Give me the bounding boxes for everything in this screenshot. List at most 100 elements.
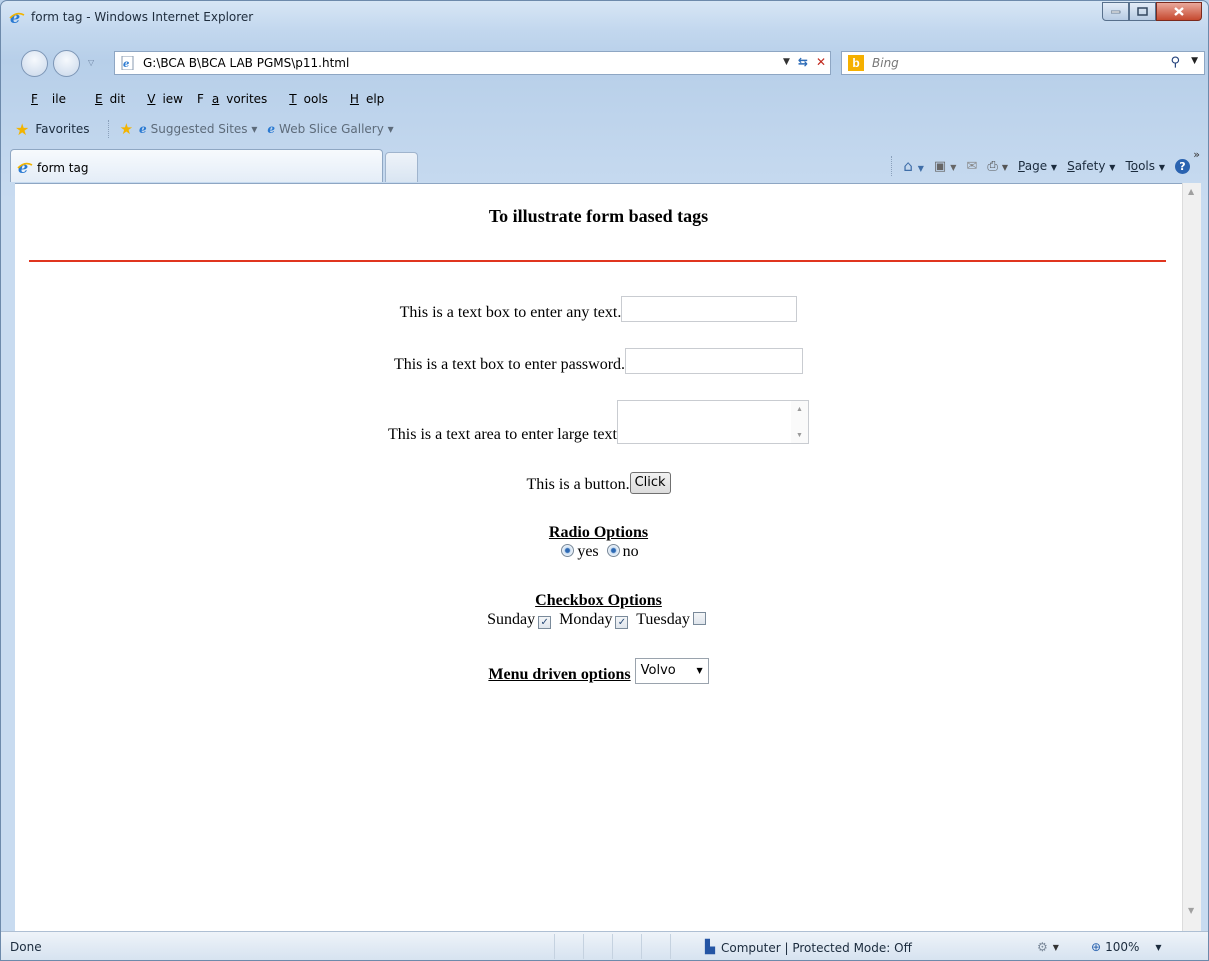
suggested-sites-label: Suggested Sites ▾ (150, 122, 258, 136)
textarea-scrollbar[interactable]: ▲ ▼ (790, 401, 808, 443)
home-icon[interactable]: ⌂ ▼ (903, 157, 923, 175)
window-title: form tag - Windows Internet Explorer (31, 10, 254, 24)
title-bar: e form tag - Windows Internet Explorer (1, 1, 1208, 35)
forward-button[interactable] (53, 50, 80, 77)
scroll-down-icon[interactable]: ▼ (1188, 906, 1194, 915)
scroll-up-icon[interactable]: ▲ (1188, 187, 1194, 196)
protected-mode-icon: ⚙ (1037, 940, 1048, 954)
checkbox-tuesday-label: Tuesday (636, 611, 690, 628)
password-input[interactable] (625, 348, 804, 374)
bing-logo-icon: b (848, 55, 864, 71)
menu-edit[interactable]: Edit (80, 89, 132, 111)
security-zone[interactable]: ▙ Computer | Protected Mode: Off (705, 940, 912, 955)
status-cell (612, 934, 641, 959)
tools-menu[interactable]: Tools ▼ (1125, 159, 1165, 173)
minimize-button[interactable] (1102, 2, 1129, 21)
radio-group: yes no (15, 543, 1182, 561)
checkbox-tuesday[interactable] (692, 612, 706, 625)
suggested-sites-link[interactable]: e Suggested Sites ▾ (139, 122, 257, 136)
favorites-bar: ★ Favorites ★ e Suggested Sites ▾ e Web … (15, 117, 404, 141)
checkbox-monday-label: Monday (559, 611, 613, 628)
radio-yes[interactable] (561, 544, 575, 557)
stop-icon[interactable]: ✕ (816, 55, 826, 69)
scroll-down-icon[interactable]: ▼ (796, 431, 803, 439)
menu-tools[interactable]: Tools (274, 89, 335, 111)
horizontal-rule (29, 260, 1166, 262)
textarea-input[interactable]: ▲ ▼ (616, 400, 809, 444)
checkbox-section: Checkbox Options Sunday ✓ Monday ✓ Tuesday (15, 592, 1182, 629)
recent-pages-icon[interactable]: ▽ (88, 58, 94, 67)
scroll-up-icon[interactable]: ▲ (796, 405, 803, 413)
search-box[interactable]: b Bing ⚲ ▼ (841, 51, 1205, 75)
checkbox-sunday-label: Sunday (487, 611, 536, 628)
status-cell (554, 934, 583, 959)
close-button[interactable] (1156, 2, 1202, 21)
status-text: Done (10, 940, 42, 954)
maximize-button[interactable] (1129, 2, 1156, 21)
search-icon[interactable]: ⚲ (1170, 55, 1180, 70)
text-label: This is a text box to enter any text. (399, 304, 622, 321)
favorites-separator (107, 120, 110, 138)
address-bar[interactable]: e G:\BCA B\BCA LAB PGMS\p11.html ▼ ⇆ ✕ (114, 51, 831, 75)
search-options-icon[interactable]: ▼ (1191, 56, 1198, 66)
status-cells (554, 934, 699, 959)
browser-window: e form tag - Windows Internet Explorer ▽… (0, 0, 1209, 961)
checkbox-sunday[interactable]: ✓ (538, 616, 552, 629)
status-cell (583, 934, 612, 959)
protected-mode-control[interactable]: ⚙ ▼ (1037, 940, 1059, 954)
click-button[interactable]: Click (629, 472, 671, 494)
checkbox-monday[interactable]: ✓ (615, 616, 629, 629)
web-slice-gallery-link[interactable]: e Web Slice Gallery ▾ (267, 122, 393, 136)
compatibility-icon[interactable]: ⇆ (798, 55, 808, 69)
button-row: This is a button. Click (15, 472, 1182, 494)
menu-favorites[interactable]: Fa vorites (190, 89, 274, 111)
vertical-scrollbar[interactable]: ▲ ▼ (1182, 183, 1201, 931)
status-cell (670, 934, 699, 959)
menu-view[interactable]: View (132, 89, 190, 111)
computer-icon: ▙ (705, 940, 715, 955)
status-bar: Done ▙ Computer | Protected Mode: Off ⚙ … (1, 931, 1208, 960)
mail-icon[interactable]: ✉ (966, 159, 977, 174)
feeds-icon[interactable]: ▣ ▼ (934, 159, 957, 174)
menu-row: Menu driven options Volvo ▼ (15, 658, 1182, 684)
navigation-row: ▽ e G:\BCA B\BCA LAB PGMS\p11.html ▼ ⇆ ✕… (1, 47, 1208, 79)
help-icon[interactable]: ? (1175, 158, 1190, 174)
car-select[interactable]: Volvo ▼ (634, 658, 709, 684)
chevron-down-icon: ▼ (1155, 942, 1162, 952)
ie-page-icon: e (139, 122, 147, 136)
chevron-down-icon: ▼ (1052, 942, 1059, 952)
command-bar: ⌂ ▼ ▣ ▼ ✉ ⎙ ▼ Page ▼ Safety ▼ Tools ▼ ? (891, 156, 1190, 176)
menu-bar: File Edit View Fa vorites Tools Help (15, 89, 391, 111)
radio-no[interactable] (606, 544, 620, 557)
print-icon[interactable]: ⎙ ▼ (987, 159, 1008, 174)
tab-title: form tag (37, 161, 89, 175)
safety-menu[interactable]: Safety ▼ (1067, 159, 1115, 173)
page-heading: To illustrate form based tags (488, 206, 709, 226)
password-label: This is a text box to enter password. (393, 356, 626, 373)
favorites-star-icon[interactable]: ★ (15, 120, 29, 139)
menu-help[interactable]: Help (335, 89, 391, 111)
page-icon: e (121, 55, 135, 73)
status-cell (641, 934, 670, 959)
command-separator (891, 156, 893, 176)
more-commands-icon[interactable]: » (1193, 148, 1200, 161)
chevron-down-icon: ▼ (696, 666, 703, 675)
address-dropdown-icon[interactable]: ▼ (783, 57, 790, 67)
ie-page-icon: e (267, 122, 276, 136)
page-menu[interactable]: Page ▼ (1018, 159, 1057, 173)
add-favorite-icon[interactable]: ★ (120, 120, 133, 138)
minimize-icon (1110, 10, 1120, 13)
new-tab-button[interactable] (385, 152, 418, 182)
close-icon (1174, 7, 1184, 16)
tab-form-tag[interactable]: e form tag (10, 149, 383, 182)
favorites-label[interactable]: Favorites (35, 122, 89, 136)
text-row: This is a text box to enter any text. (15, 296, 1182, 322)
text-input[interactable] (621, 296, 798, 322)
car-select-value: Volvo (640, 663, 676, 678)
zoom-control[interactable]: ⊕ 100% ▼ (1091, 940, 1162, 954)
svg-text:e: e (123, 59, 129, 70)
menu-file[interactable]: File (15, 89, 80, 111)
page-content: To illustrate form based tags This is a … (15, 183, 1182, 931)
maximize-icon (1137, 7, 1148, 16)
back-button[interactable] (21, 50, 48, 77)
